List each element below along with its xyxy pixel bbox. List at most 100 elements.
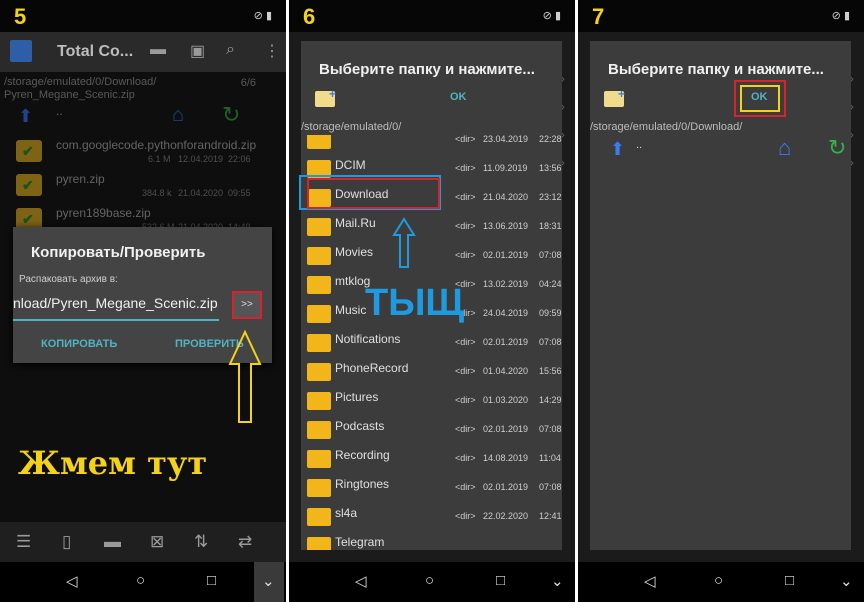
folder-icon	[307, 334, 331, 352]
item-date: 01.03.2020	[483, 395, 529, 405]
blue-arrow-icon	[392, 217, 416, 268]
list-item[interactable]: Pictures <dir> 01.03.2020 14:29	[301, 386, 562, 415]
item-time: 07:08	[539, 482, 562, 492]
parent-dots[interactable]: ..	[636, 139, 642, 151]
item-date: 13.02.2019	[483, 279, 529, 289]
folder-icon	[307, 450, 331, 468]
red-highlight-frame	[307, 178, 440, 209]
status-bar: 6 ⊘ ▮	[289, 0, 575, 32]
folder-name: Mail.Ru	[335, 216, 376, 230]
browse-folder-button[interactable]: >>	[232, 291, 262, 319]
folder-icon	[307, 218, 331, 236]
chevron-down-icon[interactable]: ⌄	[840, 572, 853, 590]
item-date: 02.01.2019	[483, 250, 529, 260]
recents-icon[interactable]: □	[207, 572, 216, 589]
list-item[interactable]: Ringtones <dir> 02.01.2019 07:08	[301, 473, 562, 502]
dialog-title: Выберите папку и нажмите...	[608, 61, 824, 78]
folder-icon	[307, 247, 331, 265]
screen-step-7: 7 ⊘ ▮ ⇒⇒⇒⇒ Выберите папку и нажмите... +…	[578, 0, 864, 602]
android-nav-bar: ◁ ○ □ ⌄	[289, 562, 575, 602]
chevron-down-icon[interactable]: ⌄	[551, 572, 564, 590]
search-icon[interactable]: ⌕	[226, 41, 235, 59]
step-number: 6	[303, 4, 316, 29]
ok-button[interactable]: OK	[450, 91, 467, 103]
status-bar: 7 ⊘ ▮	[578, 0, 864, 32]
home-nav-icon[interactable]: ○	[714, 572, 723, 589]
back-icon[interactable]: ◁	[66, 572, 78, 590]
list-item[interactable]: PhoneRecord <dir> 01.04.2020 15:56	[301, 357, 562, 386]
save-icon[interactable]	[10, 40, 32, 62]
plus-icon: +	[329, 87, 337, 101]
folder-name: Movies	[335, 245, 374, 259]
app-toolbar: Total Co... ▬ ▣ ⌕ ⋮	[0, 32, 286, 72]
chevron-down-icon[interactable]: ⌄	[262, 572, 275, 590]
folder-icon	[307, 363, 331, 381]
list-item[interactable]: Recording <dir> 14.08.2019 11:04	[301, 444, 562, 473]
list-item[interactable]: <dir> 23.04.2019 22:28	[301, 135, 562, 154]
item-date: 24.04.2019	[483, 308, 529, 318]
item-type: <dir>	[455, 337, 476, 347]
new-file-icon[interactable]: ▯	[62, 532, 71, 552]
dialog-title: Выберите папку и нажмите...	[319, 61, 535, 78]
item-date: 11.09.2019	[483, 163, 528, 173]
item-type: <dir>	[455, 135, 476, 144]
item-time: 11:04	[539, 453, 561, 463]
item-time: 22:28	[539, 135, 562, 144]
battery-icon: ⊘ ▮	[831, 10, 850, 22]
list-item[interactable]: sl4a <dir> 22.02.2020 12:41	[301, 502, 562, 531]
item-time: 23:12	[539, 192, 562, 202]
back-icon[interactable]: ◁	[644, 572, 656, 590]
new-folder-icon[interactable]: ▬	[104, 532, 121, 552]
step-number: 7	[592, 4, 605, 29]
sort-icon[interactable]: ⇅	[194, 532, 208, 552]
recents-icon[interactable]: □	[785, 572, 794, 589]
item-time: 07:08	[539, 250, 562, 260]
archive-icon[interactable]: ⊠	[150, 532, 164, 552]
item-date: 02.01.2019	[483, 424, 529, 434]
select-list-icon[interactable]: ☰	[16, 532, 31, 552]
folder-icon	[307, 537, 331, 550]
list-item[interactable]: Telegram	[301, 531, 562, 550]
annotation-caption: ТЫЩ	[365, 282, 465, 324]
plus-icon: +	[618, 87, 626, 101]
back-icon[interactable]: ◁	[355, 572, 367, 590]
swap-panels-icon[interactable]: ⇄	[238, 532, 252, 552]
item-date: 01.04.2020	[483, 366, 529, 376]
folder-name: DCIM	[335, 158, 366, 172]
home-icon[interactable]: ⌂	[778, 135, 791, 161]
target-path-input[interactable]: nload/Pyren_Megane_Scenic.zip	[13, 295, 219, 321]
item-time: 12:41	[539, 511, 562, 521]
folder-icon	[307, 392, 331, 410]
folder-icon[interactable]: ▬	[150, 41, 166, 59]
list-item[interactable]: Mail.Ru <dir> 13.06.2019 18:31	[301, 212, 562, 241]
refresh-icon[interactable]: ↻	[828, 135, 846, 161]
item-time: 04:24	[539, 279, 562, 289]
battery-icon: ⊘ ▮	[542, 10, 561, 22]
list-item[interactable]: Podcasts <dir> 02.01.2019 07:08	[301, 415, 562, 444]
up-arrow-icon[interactable]: ⬆	[610, 139, 625, 160]
item-date: 13.06.2019	[483, 221, 529, 231]
item-date: 02.01.2019	[483, 337, 529, 347]
android-nav-bar: ◁ ○ □ ⌄	[578, 562, 864, 602]
home-nav-icon[interactable]: ○	[425, 572, 434, 589]
item-time: 07:08	[539, 337, 562, 347]
item-type: <dir>	[455, 424, 476, 434]
list-item[interactable]: Movies <dir> 02.01.2019 07:08	[301, 241, 562, 270]
folder-name: Pictures	[335, 390, 379, 404]
menu-icon[interactable]: ⋮	[264, 41, 280, 61]
dialog-title: Копировать/Проверить	[31, 244, 206, 261]
copy-button[interactable]: КОПИРОВАТЬ	[41, 338, 117, 350]
home-nav-icon[interactable]: ○	[136, 572, 145, 589]
list-item[interactable]: Notifications <dir> 02.01.2019 07:08	[301, 328, 562, 357]
item-time: 09:59	[539, 308, 562, 318]
annotation-caption: Жмем тут	[18, 444, 208, 482]
item-date: 14.08.2019	[483, 453, 529, 463]
item-date: 21.04.2020	[483, 192, 529, 202]
item-time: 13:56	[539, 163, 562, 173]
item-type: <dir>	[455, 192, 476, 202]
recents-icon[interactable]: □	[496, 572, 505, 589]
ok-button[interactable]: OK	[751, 91, 768, 103]
item-type: <dir>	[455, 482, 476, 492]
current-path: /storage/emulated/0/Download/	[590, 121, 743, 133]
bookmark-icon[interactable]: ▣	[190, 41, 205, 61]
